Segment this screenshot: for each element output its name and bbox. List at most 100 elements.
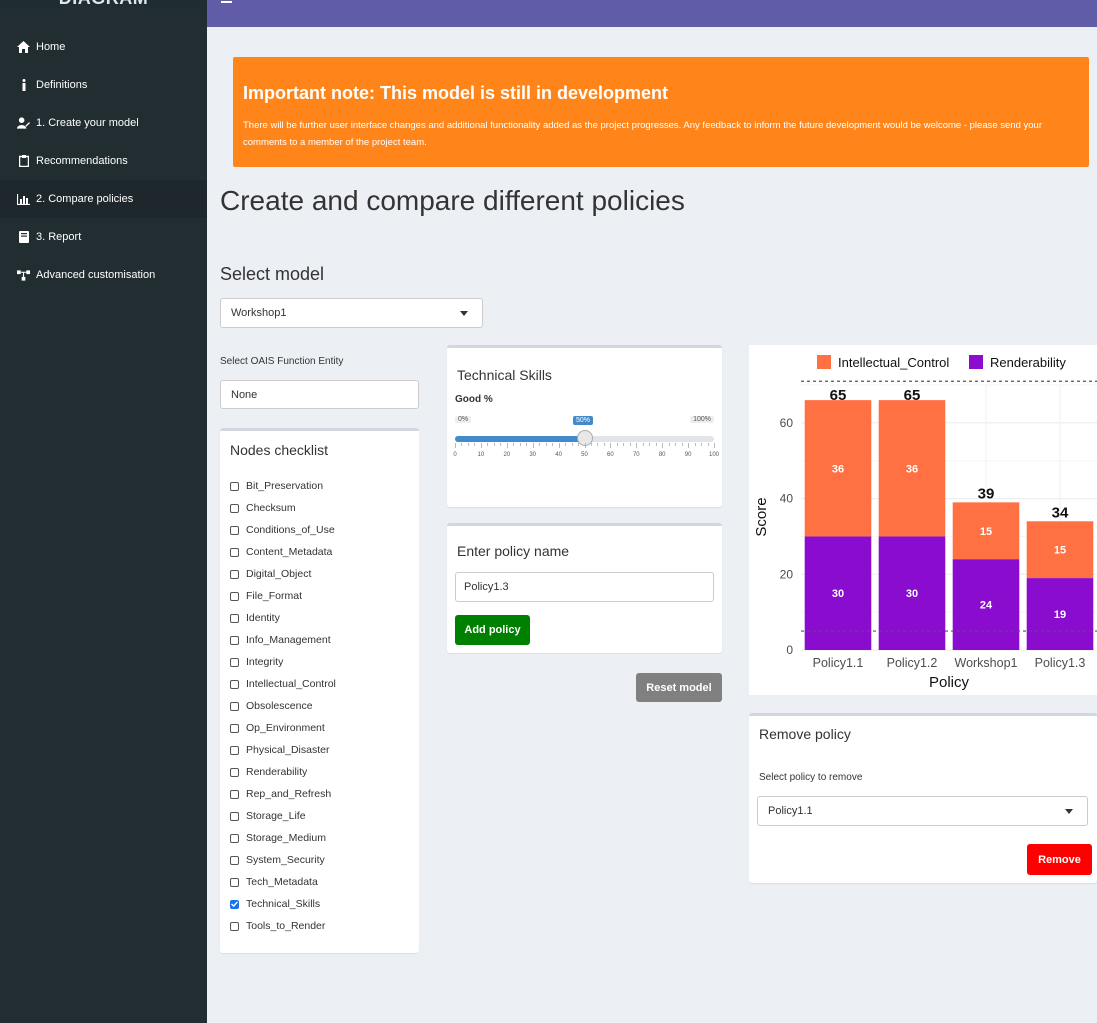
slider-tick-mark: [655, 443, 657, 446]
bar-total-label: 34: [1052, 504, 1069, 521]
checklist-item[interactable]: Bit_Preservation: [230, 475, 323, 497]
checklist-item[interactable]: Storage_Life: [230, 805, 306, 827]
bar-value-label: 19: [1054, 609, 1066, 621]
checkbox[interactable]: [230, 723, 239, 733]
slider-tick-mark: [616, 443, 618, 446]
checkbox[interactable]: [230, 789, 239, 799]
checklist-item[interactable]: Renderability: [230, 761, 307, 783]
sidebar-toggle-icon[interactable]: [221, 1, 232, 3]
checkbox[interactable]: [230, 701, 239, 711]
checklist-item-label: Intellectual_Control: [246, 678, 336, 690]
checklist-item[interactable]: File_Format: [230, 585, 302, 607]
slider-tick-mark: [545, 443, 547, 446]
checkbox[interactable]: [230, 855, 239, 865]
sidebar-item-recommendations[interactable]: Recommendations: [0, 142, 207, 180]
slider-tick-mark: [707, 443, 709, 446]
checkbox[interactable]: [230, 613, 239, 623]
policy-name-value: Policy1.3: [464, 581, 509, 593]
nodes-checklist-box: Nodes checklist Bit_Preservation Checksum…: [220, 428, 419, 953]
checkbox[interactable]: [230, 833, 239, 843]
checklist-item-label: Conditions_of_Use: [246, 524, 335, 536]
checklist-item[interactable]: Digital_Object: [230, 563, 311, 585]
checklist-item[interactable]: Integrity: [230, 651, 283, 673]
checkbox[interactable]: [230, 921, 239, 931]
sidebar-item-create-model[interactable]: 1. Create your model: [0, 104, 207, 142]
oais-input[interactable]: None: [220, 380, 419, 409]
sidebar: Home Definitions 1. Create your model Re…: [0, 6, 207, 1023]
checklist-item[interactable]: Tech_Metadata: [230, 871, 318, 893]
slider-tick-mark: [597, 443, 599, 446]
checklist-item[interactable]: Obsolescence: [230, 695, 313, 717]
checkbox[interactable]: [230, 877, 239, 887]
model-select-value: Workshop1: [231, 307, 287, 319]
checklist-item[interactable]: System_Security: [230, 849, 325, 871]
sidebar-item-compare-policies[interactable]: 2. Compare policies: [0, 180, 207, 218]
checkbox[interactable]: [230, 569, 239, 579]
slider-tick-mark: [629, 443, 631, 446]
checkbox[interactable]: [230, 679, 239, 689]
checklist-item[interactable]: Identity: [230, 607, 280, 629]
bar-value-label: 36: [906, 463, 918, 475]
sidebar-item-label: 3. Report: [36, 231, 82, 243]
sidebar-item-label: Advanced customisation: [36, 269, 156, 281]
slider-tick-mark: [461, 443, 463, 446]
sidebar-item-label: Home: [36, 41, 66, 53]
book-icon: [17, 231, 30, 244]
remove-policy-select[interactable]: Policy1.1: [757, 796, 1088, 826]
checkbox[interactable]: [230, 767, 239, 777]
chevron-down-icon: [460, 311, 468, 316]
slider-tick-label: 10: [477, 452, 485, 458]
slider-tick-mark: [506, 443, 508, 448]
checklist-item[interactable]: Content_Metadata: [230, 541, 332, 563]
checkbox[interactable]: [230, 811, 239, 821]
policy-name-input[interactable]: Policy1.3: [455, 572, 714, 602]
checklist-item-label: Digital_Object: [246, 568, 312, 580]
checkbox[interactable]: [230, 547, 239, 557]
slider-tick-mark: [714, 443, 715, 448]
slider-tick-mark: [623, 443, 625, 446]
remove-button[interactable]: Remove: [1027, 844, 1092, 875]
checklist-item[interactable]: Tools_to_Render: [230, 915, 325, 937]
sidebar-item-advanced-customisation[interactable]: Advanced customisation: [0, 256, 207, 294]
checkbox[interactable]: [230, 503, 239, 513]
slider-tick-label: 60: [607, 452, 614, 458]
checklist-title: Nodes checklist: [230, 442, 329, 458]
checklist-item-label: Tech_Metadata: [246, 876, 318, 888]
checklist-item[interactable]: Info_Management: [230, 629, 331, 651]
checkbox[interactable]: [230, 745, 239, 755]
checklist-item[interactable]: Technical_Skills: [230, 893, 320, 915]
checkbox[interactable]: [230, 591, 239, 601]
slider-track[interactable]: [455, 430, 714, 446]
x-tick-label: Policy1.2: [887, 656, 938, 670]
checklist-item[interactable]: Storage_Medium: [230, 827, 326, 849]
slider-tick-label: 0: [453, 452, 457, 458]
y-tick-label: 40: [780, 492, 794, 506]
reset-model-button[interactable]: Reset model: [636, 673, 722, 702]
add-policy-button[interactable]: Add policy: [455, 615, 530, 645]
checklist-item[interactable]: Rep_and_Refresh: [230, 783, 331, 805]
checkbox[interactable]: [230, 481, 239, 491]
checklist-item[interactable]: Checksum: [230, 497, 296, 519]
slider-value-label: 50%: [573, 416, 594, 425]
slider-tick-mark: [571, 443, 573, 446]
checklist-item[interactable]: Intellectual_Control: [230, 673, 336, 695]
bar-value-label: 36: [832, 463, 844, 475]
checkbox[interactable]: [230, 525, 239, 535]
checkbox[interactable]: [230, 899, 239, 909]
sidebar-item-home[interactable]: Home: [0, 28, 207, 66]
policy-name-label: Enter policy name: [457, 543, 570, 559]
checklist-item[interactable]: Physical_Disaster: [230, 739, 329, 761]
slider-tick-label: 80: [658, 452, 666, 458]
bar-value-label: 30: [906, 588, 918, 600]
checklist-item[interactable]: Conditions_of_Use: [230, 519, 335, 541]
sidebar-item-report[interactable]: 3. Report: [0, 218, 207, 256]
checkbox[interactable]: [230, 657, 239, 667]
model-select[interactable]: Workshop1: [220, 298, 483, 328]
sidebar-item-definitions[interactable]: Definitions: [0, 66, 207, 104]
slider-tick-label: 40: [555, 452, 562, 458]
sidebar-item-label: Recommendations: [36, 155, 128, 167]
home-icon: [17, 41, 30, 54]
notice-title: Important note: This model is still in d…: [243, 83, 669, 103]
checklist-item[interactable]: Op_Environment: [230, 717, 325, 739]
checkbox[interactable]: [230, 635, 239, 645]
